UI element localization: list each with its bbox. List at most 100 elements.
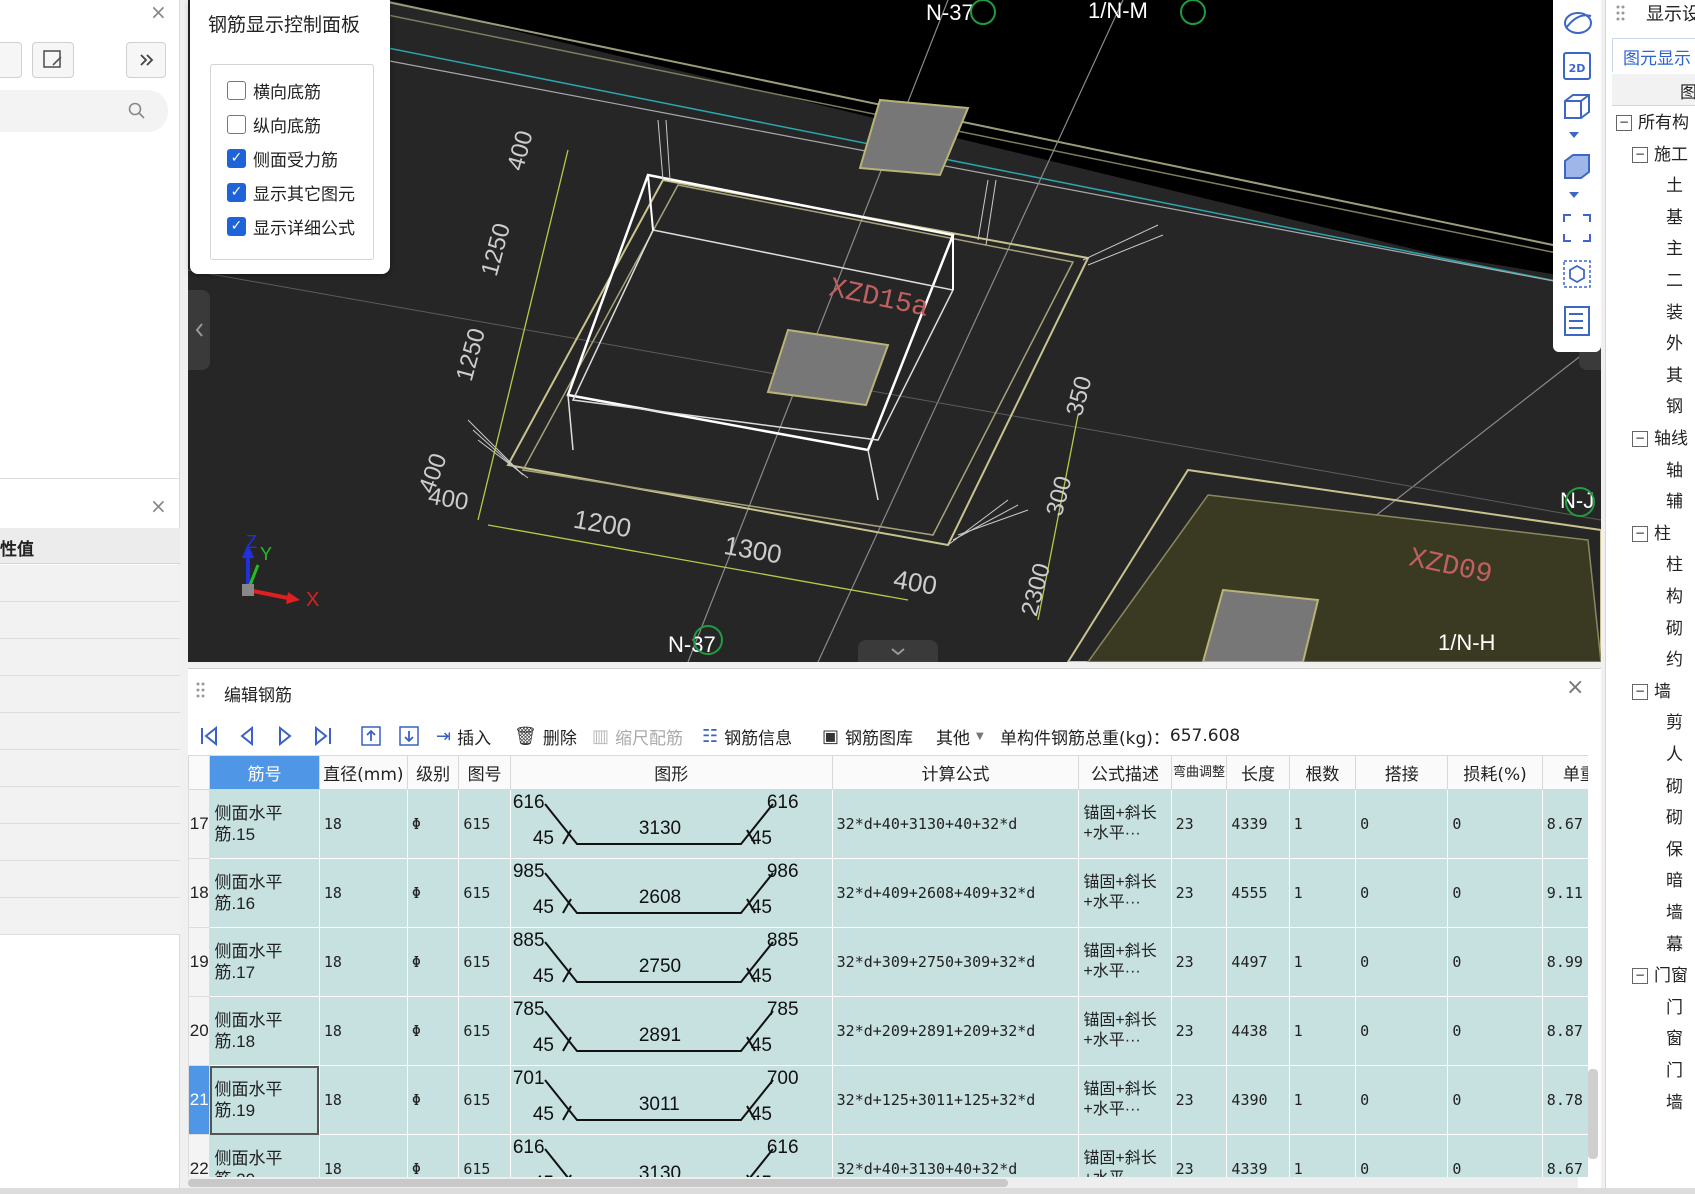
tree-item[interactable]: 门 xyxy=(1612,993,1695,1023)
lap-cell[interactable]: 0 xyxy=(1355,1065,1449,1135)
other-dropdown[interactable]: 其他 ▼ xyxy=(936,721,984,751)
tree-item[interactable]: 钢 xyxy=(1612,392,1695,422)
col-header[interactable]: 图形 xyxy=(509,755,833,790)
unit-weight-cell[interactable]: 8.99 xyxy=(1541,927,1588,997)
formula-cell[interactable]: 32*d+40+3130+40+32*d xyxy=(831,1134,1080,1177)
tree-item[interactable]: − 柱 xyxy=(1612,519,1695,549)
diameter-cell[interactable]: 18 xyxy=(318,1065,408,1135)
count-cell[interactable]: 1 xyxy=(1288,927,1357,997)
tree-item[interactable]: 外 xyxy=(1612,329,1695,359)
prop-row[interactable] xyxy=(0,676,180,713)
grade-cell[interactable]: Φ xyxy=(406,1134,460,1177)
lap-cell[interactable]: 0 xyxy=(1355,789,1449,859)
col-header[interactable]: 级别 xyxy=(406,755,460,790)
loss-cell[interactable]: 0 xyxy=(1447,996,1543,1066)
tree-item[interactable]: 其 xyxy=(1612,361,1695,391)
count-cell[interactable]: 1 xyxy=(1288,789,1357,859)
checkbox-checked[interactable]: ✓ xyxy=(227,148,246,168)
dropdown-arrow-icon[interactable] xyxy=(1567,190,1581,200)
formula-cell[interactable]: 32*d+409+2608+409+32*d xyxy=(831,858,1080,928)
tree-item[interactable]: 砌 xyxy=(1612,614,1695,644)
row-number[interactable]: 19 xyxy=(188,927,211,997)
drag-handle-icon[interactable] xyxy=(196,681,206,699)
formula-cell[interactable]: 32*d+309+2750+309+32*d xyxy=(831,927,1080,997)
formula-cell[interactable]: 32*d+209+2891+209+32*d xyxy=(831,996,1080,1066)
toolbar-button-edit[interactable] xyxy=(32,42,74,78)
count-cell[interactable]: 1 xyxy=(1288,858,1357,928)
tree-item[interactable]: 幕 xyxy=(1612,930,1695,960)
unit-weight-cell[interactable]: 8.87 xyxy=(1541,996,1588,1066)
length-cell[interactable]: 4339 xyxy=(1226,1134,1290,1177)
tree-item[interactable]: 人 xyxy=(1612,740,1695,770)
row-number[interactable]: 20 xyxy=(188,996,211,1066)
rebar-library-button[interactable]: ▣ 钢筋图库 xyxy=(822,721,913,751)
tree-item[interactable]: − 门窗 xyxy=(1612,961,1695,991)
lap-cell[interactable]: 0 xyxy=(1355,927,1449,997)
bend-adjust-cell[interactable]: 23 xyxy=(1170,996,1228,1066)
next-record-icon[interactable] xyxy=(274,725,296,747)
row-number[interactable]: 17 xyxy=(188,789,211,859)
diameter-cell[interactable]: 18 xyxy=(318,1134,408,1177)
bend-adjust-cell[interactable]: 23 xyxy=(1170,927,1228,997)
option-horizontal-bottom[interactable]: 横向底筋 xyxy=(227,75,321,105)
figure-number-cell[interactable]: 615 xyxy=(458,1065,511,1135)
bend-adjust-cell[interactable]: 23 xyxy=(1170,1065,1228,1135)
table-icon[interactable] xyxy=(1561,304,1593,338)
figure-number-cell[interactable]: 615 xyxy=(458,789,511,859)
tree-item[interactable]: − 施工 xyxy=(1612,140,1695,170)
diameter-cell[interactable]: 18 xyxy=(318,996,408,1066)
collapse-bottom-handle[interactable] xyxy=(858,640,938,662)
tree-item[interactable]: 暗 xyxy=(1612,866,1695,896)
tree-item[interactable]: 构 xyxy=(1612,582,1695,612)
grade-cell[interactable]: Φ xyxy=(406,789,460,859)
loss-cell[interactable]: 0 xyxy=(1447,1134,1543,1177)
diameter-cell[interactable]: 18 xyxy=(318,927,408,997)
formula-desc-cell[interactable]: 锚固+斜长+水平··· xyxy=(1078,789,1172,859)
search-input[interactable] xyxy=(0,90,168,132)
shape-cell[interactable]: 785 785 45 45 2891 xyxy=(509,996,833,1066)
formula-desc-cell[interactable]: 锚固+斜长+水平··· xyxy=(1078,1065,1172,1135)
tree-item[interactable]: − 轴线 xyxy=(1612,424,1695,454)
bar-name-cell[interactable]: 侧面水平筋.16 xyxy=(209,858,320,928)
shape-cell[interactable]: 701 700 45 45 3011 xyxy=(509,1065,833,1135)
collapse-icon[interactable]: − xyxy=(1632,968,1648,985)
tab-element-display[interactable]: 图元显示 xyxy=(1612,38,1695,72)
row-number[interactable]: 21 xyxy=(188,1065,211,1135)
col-header[interactable]: 计算公式 xyxy=(831,755,1080,790)
close-icon[interactable]: × xyxy=(1566,675,1584,700)
move-up-icon[interactable] xyxy=(360,725,382,747)
prop-row[interactable] xyxy=(0,824,180,861)
bend-adjust-cell[interactable]: 23 xyxy=(1170,789,1228,859)
bend-adjust-cell[interactable]: 23 xyxy=(1170,858,1228,928)
tree-item[interactable]: − 墙 xyxy=(1612,677,1695,707)
count-cell[interactable]: 1 xyxy=(1288,996,1357,1066)
prop-row[interactable] xyxy=(0,639,180,676)
3d-viewport[interactable]: 400 1250 1250 400 400 1200 1300 400 350 … xyxy=(188,0,1601,662)
count-cell[interactable]: 1 xyxy=(1288,1065,1357,1135)
grade-cell[interactable]: Φ xyxy=(406,927,460,997)
fullscreen-icon[interactable] xyxy=(1561,212,1593,244)
length-cell[interactable]: 4390 xyxy=(1226,1065,1290,1135)
cube-select-icon[interactable] xyxy=(1561,258,1593,290)
tree-item[interactable]: 二 xyxy=(1612,266,1695,296)
figure-number-cell[interactable]: 615 xyxy=(458,996,511,1066)
collapse-icon[interactable]: − xyxy=(1616,115,1632,131)
solid-box-icon[interactable] xyxy=(1561,152,1593,182)
col-header[interactable]: 单重 xyxy=(1541,755,1588,790)
col-header[interactable]: 搭接 xyxy=(1355,755,1449,790)
tree-item[interactable]: 轴 xyxy=(1612,456,1695,486)
tree-item[interactable]: 剪 xyxy=(1612,708,1695,738)
bar-name-cell[interactable]: 侧面水平筋.18 xyxy=(209,996,320,1066)
tree-item[interactable]: 保 xyxy=(1612,835,1695,865)
prop-row[interactable] xyxy=(0,898,180,935)
bar-name-cell[interactable]: 侧面水平筋.20 xyxy=(209,1134,320,1177)
unit-weight-cell[interactable]: 8.67 xyxy=(1541,1134,1588,1177)
lap-cell[interactable]: 0 xyxy=(1355,1134,1449,1177)
shape-cell[interactable]: 616 616 45 45 3130 xyxy=(509,789,833,859)
unit-weight-cell[interactable]: 8.78 xyxy=(1541,1065,1588,1135)
expand-button[interactable] xyxy=(126,42,166,78)
shape-cell[interactable]: 985 986 45 45 2608 xyxy=(509,858,833,928)
grade-cell[interactable]: Φ xyxy=(406,996,460,1066)
unit-weight-cell[interactable]: 9.11 xyxy=(1541,858,1588,928)
drag-handle-icon[interactable] xyxy=(1616,4,1626,22)
